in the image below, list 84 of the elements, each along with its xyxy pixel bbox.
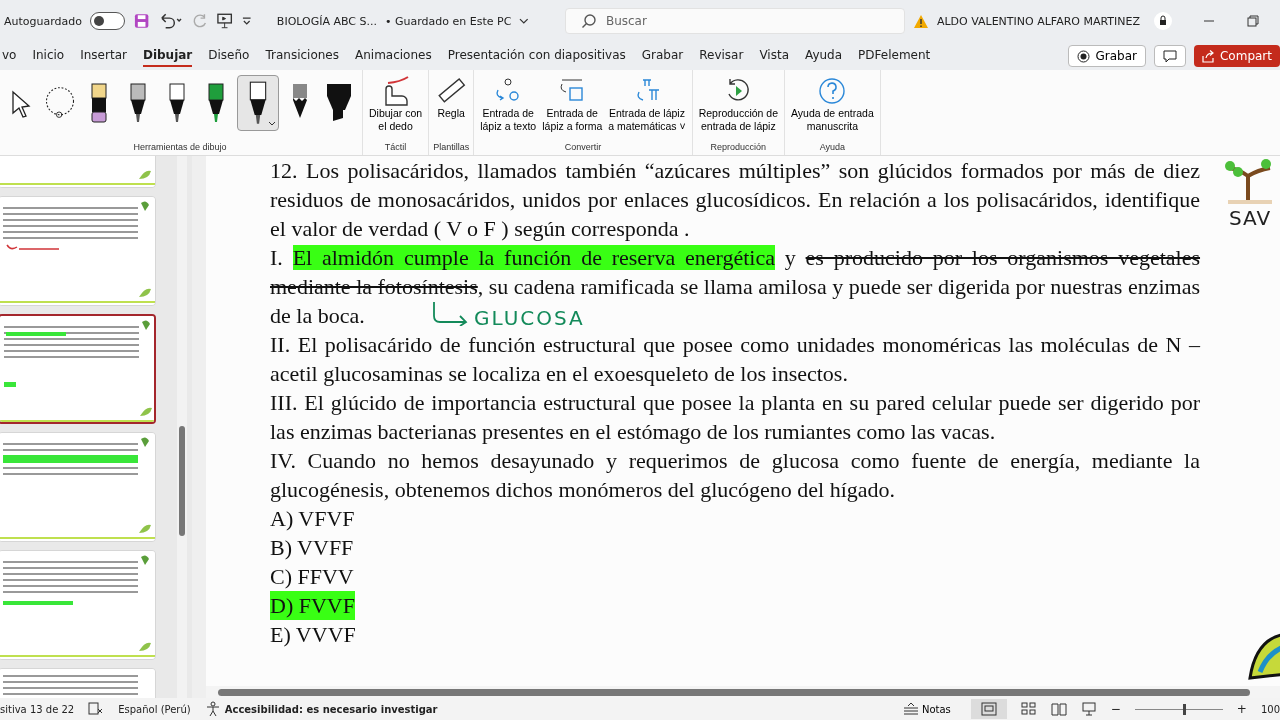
ribbon-tab[interactable]: Dibujar	[142, 45, 193, 67]
ribbon-tab[interactable]: PDFelement	[858, 45, 931, 67]
ribbon-tab[interactable]: Ayuda	[805, 45, 843, 67]
answer-option: D) FVVF	[270, 591, 355, 620]
group-label: Ayuda	[819, 142, 846, 154]
record-icon	[1077, 49, 1091, 63]
zoom-out-button[interactable]: −	[1110, 702, 1121, 716]
ribbon-tab[interactable]: vo	[2, 45, 17, 67]
notes-icon	[902, 702, 919, 716]
ribbon-tab[interactable]: Insertar	[80, 45, 127, 67]
logo-text: SAV	[1228, 206, 1272, 230]
slide-thumbnail[interactable]	[0, 314, 156, 424]
share-button[interactable]: Compart	[1193, 45, 1280, 67]
answer-option: A) VFVF	[270, 504, 355, 533]
group-label: Táctil	[384, 142, 407, 154]
pen-icon	[206, 82, 226, 124]
save-status[interactable]: • Guardado en Este PC	[385, 14, 512, 28]
accessibility-status[interactable]: Accesibilidad: es necesario investigar	[204, 701, 438, 717]
ribbon-tab[interactable]: Inicio	[32, 45, 65, 67]
ribbon-button[interactable]: Entrada de lápiz a texto	[478, 72, 539, 133]
ribbon-button[interactable]: Entrada de lápiz a matemáticas ˅	[606, 72, 688, 133]
restore-icon[interactable]	[1246, 14, 1260, 28]
slide-counter: sitiva 13 de 22	[0, 703, 75, 715]
scrollbar[interactable]	[177, 156, 187, 698]
answer-option: E) VVVF	[270, 620, 356, 649]
group-label: Herramientas de dibujo	[133, 142, 227, 154]
accessibility-icon	[204, 701, 221, 717]
autosave-toggle[interactable]	[90, 12, 125, 30]
normal-view-icon[interactable]	[970, 699, 1007, 719]
record-button[interactable]: Grabar	[1068, 45, 1146, 67]
group-label: Convertir	[564, 142, 602, 154]
answer-option: B) VVFF	[270, 533, 354, 562]
lock-icon[interactable]	[1154, 12, 1172, 30]
language-label[interactable]: Español (Perú)	[118, 703, 191, 715]
scrollbar[interactable]	[206, 686, 1280, 698]
statement-text: III. El glúcido de importancia estructural que posee la planta en su pared celular puede ser digerido por las enzimas bacterianas presentes en el estómago de los rumiantes como las vacas.	[270, 389, 1200, 446]
file-name[interactable]: BIOLOGÍA ABC S...	[276, 14, 377, 28]
ribbon-tab[interactable]: Grabar	[641, 45, 684, 67]
group-label: Reproducción	[710, 142, 767, 154]
ribbon-tab[interactable]: Vista	[759, 45, 789, 67]
answer-option: C) FFVV	[270, 562, 354, 591]
user-name[interactable]: ALDO VALENTINO ALFARO MARTINEZ	[936, 14, 1140, 28]
zoom-in-button[interactable]: +	[1236, 702, 1247, 716]
pen-icon	[128, 82, 148, 124]
highlighter-icon	[325, 82, 353, 124]
statement-text: IV. Cuando no hemos desayunado y requerimos de glucosa como fuente de energía, mediante la glucogénesis, obtenemos dichos monómeros del glucógeno del hígado.	[270, 447, 1200, 504]
presentation-icon[interactable]	[216, 12, 234, 30]
ribbon-tab[interactable]: Diseño	[208, 45, 250, 67]
zoom-level[interactable]: 100	[1260, 703, 1280, 715]
ribbon-tab[interactable]: Animaciones	[355, 45, 432, 67]
ribbon-tab[interactable]: Transiciones	[265, 45, 339, 67]
zoom-slider-thumb[interactable]	[1183, 703, 1187, 715]
leaf-logo-icon	[1246, 632, 1280, 682]
ribbon-tab[interactable]: Revisar	[699, 45, 744, 67]
ribbon-tab[interactable]: Presentación con diapositivas	[447, 45, 626, 67]
caret-icon[interactable]	[268, 121, 276, 127]
notes-check-icon[interactable]	[88, 702, 105, 716]
handwritten-note: GLUCOSA	[474, 306, 585, 330]
grid-view-icon[interactable]	[1020, 701, 1037, 717]
ribbon-button[interactable]: Ayuda de entrada manuscrita	[789, 72, 876, 133]
eraser-icon	[89, 82, 109, 124]
autosave-label: Autoguardado	[4, 14, 82, 28]
share-icon	[1201, 49, 1215, 63]
chevron-icon[interactable]	[519, 17, 529, 25]
statement-text: II. El polisacárido de función estructural que posee como unidades monoméricas las moléculas de N – acetil glucosaminas se localiza en el exoesqueleto de los insectos.	[270, 331, 1200, 388]
comment-icon	[1162, 49, 1177, 63]
ribbon-button[interactable]: Regla	[433, 72, 470, 120]
search-icon	[580, 13, 597, 29]
customize-icon[interactable]	[241, 15, 253, 27]
handwritten-arrow-icon	[430, 300, 470, 326]
pen-icon	[167, 82, 187, 124]
ribbon-button[interactable]: Reproducción de entrada de lápiz	[696, 72, 781, 133]
comment-button[interactable]	[1153, 45, 1186, 67]
reading-view-icon[interactable]	[1050, 701, 1067, 717]
group-label: Plantillas	[433, 142, 470, 154]
ribbon-button[interactable]: Dibujar con el dedo	[367, 72, 425, 133]
ribbon-button[interactable]: Entrada de lápiz a forma	[540, 72, 605, 133]
save-icon[interactable]	[132, 12, 150, 30]
question-text: 12. Los polisacáridos, llamados también “azúcares múltiples” son glúcidos formados por más de diez residuos de monosacáridos, unidos por enlaces glucosídicos. En relación a los polisacáridos, identifique el valor de verdad ( V o F ) según corresponda .	[270, 157, 1200, 243]
search-field[interactable]: Buscar	[564, 8, 905, 34]
slideshow-icon[interactable]	[1080, 701, 1097, 717]
notes-button[interactable]: Notas	[896, 701, 957, 717]
pen-tool[interactable]	[237, 75, 279, 131]
warning-icon[interactable]	[912, 13, 929, 29]
